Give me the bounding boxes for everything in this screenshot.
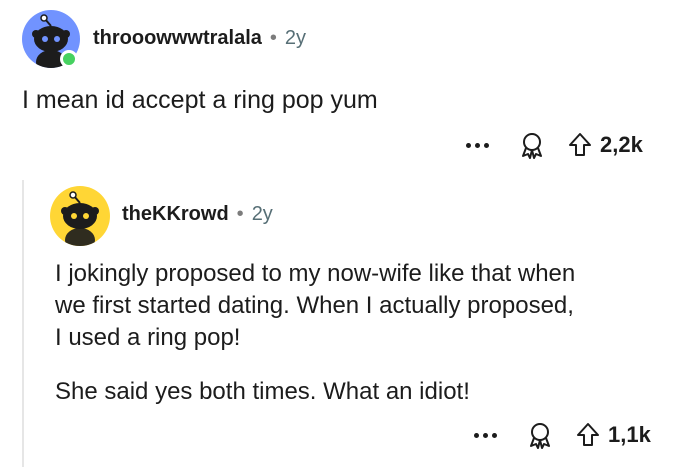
online-status-indicator: [60, 50, 78, 68]
username-link[interactable]: throoowwwtralala: [93, 27, 262, 49]
upvote-count: 1,1k: [608, 422, 651, 447]
upvote-arrow-icon[interactable]: [568, 132, 592, 158]
comment-meta: throoowwwtralala • 2y: [93, 24, 306, 52]
separator-dot: •: [269, 27, 277, 49]
comment-actions: 2,2k: [462, 130, 643, 160]
award-icon[interactable]: [516, 130, 548, 160]
award-icon[interactable]: [524, 420, 556, 450]
comment-age: 2y: [251, 203, 273, 225]
more-options-icon[interactable]: [462, 130, 492, 160]
reply-text-paragraph: She said yes both times. What an idiot!: [55, 378, 470, 405]
more-options-icon[interactable]: [470, 420, 500, 450]
reply-text-line: I jokingly proposed to my now-wife like …: [55, 260, 576, 287]
comment-age: 2y: [284, 27, 307, 49]
user-avatar[interactable]: [50, 186, 110, 246]
reply-text: I jokingly proposed to my now-wife like …: [55, 258, 685, 408]
upvote-button[interactable]: 1,1k: [576, 422, 651, 448]
upvote-arrow-icon[interactable]: [576, 422, 600, 448]
thread-line[interactable]: [22, 180, 24, 467]
reply-actions: 1,1k: [470, 420, 651, 450]
reply-meta: theKKrowd • 2y: [122, 200, 273, 228]
upvote-count: 2,2k: [600, 132, 643, 157]
upvote-button[interactable]: 2,2k: [568, 132, 643, 158]
separator-dot: •: [236, 203, 244, 225]
reply-text-line: I used a ring pop!: [55, 324, 241, 351]
snoo-avatar-icon: [61, 191, 99, 246]
reply-text-line: we first started dating. When I actually…: [55, 292, 574, 319]
username-link[interactable]: theKKrowd: [122, 203, 229, 225]
comment-text: I mean id accept a ring pop yum: [22, 86, 378, 114]
